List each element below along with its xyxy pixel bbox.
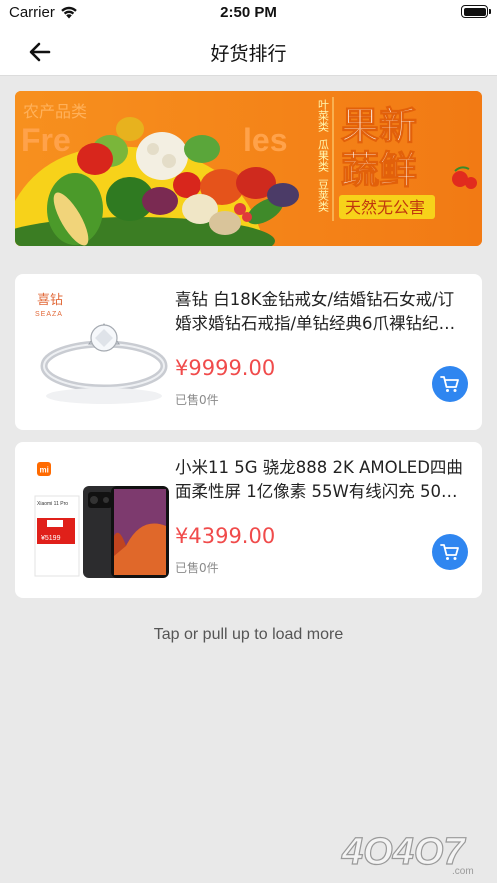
cart-icon [440, 544, 459, 560]
banner-side-label: 瓜果类 [317, 139, 330, 173]
cart-icon [440, 376, 459, 392]
add-to-cart-button[interactable] [432, 366, 468, 402]
banner-english-right: les [243, 122, 287, 158]
vegetables-banner-image: 农产品类 Fre les 叶菜类 瓜果类 豆荚类 果新 蔬鲜 天然无公害 [15, 91, 482, 246]
banner-side-label: 叶菜类 [317, 99, 330, 133]
product-price: ¥4399.00 [175, 524, 276, 548]
product-card[interactable]: 喜钻 SEAZA 喜钻 白18K金钻戒女/结婚钻石女戒/订婚求婚钻石戒指/单钻经… [15, 274, 482, 430]
brand-logo: mi [40, 466, 49, 475]
product-thumbnail-phone: mi Xiaomi 11 Pro ¥5199 [31, 456, 177, 584]
banner-headline-2: 蔬鲜 [341, 148, 417, 192]
sold-count: 已售0件 [175, 393, 219, 407]
product-card[interactable]: mi Xiaomi 11 Pro ¥5199 小米11 5G 骁龙888 2K … [15, 442, 482, 598]
battery-icon [461, 5, 491, 18]
brand-logo-sub: SEAZA [35, 311, 63, 318]
site-watermark-logo: 4O4O7 .com [340, 830, 474, 876]
nav-bar: 好货排行 [0, 28, 497, 76]
page-title: 好货排行 [210, 43, 287, 65]
svg-text:.com: .com [452, 866, 474, 876]
promo-banner[interactable]: 农产品类 Fre les 叶菜类 瓜果类 豆荚类 果新 蔬鲜 天然无公害 [15, 91, 482, 246]
banner-side-label: 豆荚类 [317, 179, 330, 213]
load-more-link[interactable]: Tap or pull up to load more [0, 626, 497, 644]
clock: 2:50 PM [220, 4, 277, 21]
box-price: ¥5199 [41, 535, 61, 542]
banner-headline-1: 果新 [341, 104, 417, 148]
product-title: 喜钻 白18K金钻戒女/结婚钻石女戒/订婚求婚钻石戒指/单钻经典6爪裸钻纪念戒指 [175, 290, 456, 333]
banner-tagline: 天然无公害 [345, 198, 425, 217]
brand-logo: 喜钻 [37, 293, 63, 308]
box-text: Xiaomi 11 Pro [37, 501, 68, 507]
sold-count: 已售0件 [175, 561, 219, 575]
banner-top-left-text: 农产品类 [23, 102, 87, 121]
svg-text:4O4O7: 4O4O7 [341, 831, 466, 873]
product-title: 小米11 5G 骁龙888 2K AMOLED四曲面柔性屏 1亿像素 55W有线… [175, 458, 463, 501]
product-price: ¥9999.00 [175, 356, 276, 380]
add-to-cart-button[interactable] [432, 534, 468, 570]
status-bar: Carrier 2:50 PM [0, 0, 497, 28]
banner-english-left: Fre [21, 122, 71, 158]
product-thumbnail-ring: 喜钻 SEAZA [31, 288, 177, 416]
